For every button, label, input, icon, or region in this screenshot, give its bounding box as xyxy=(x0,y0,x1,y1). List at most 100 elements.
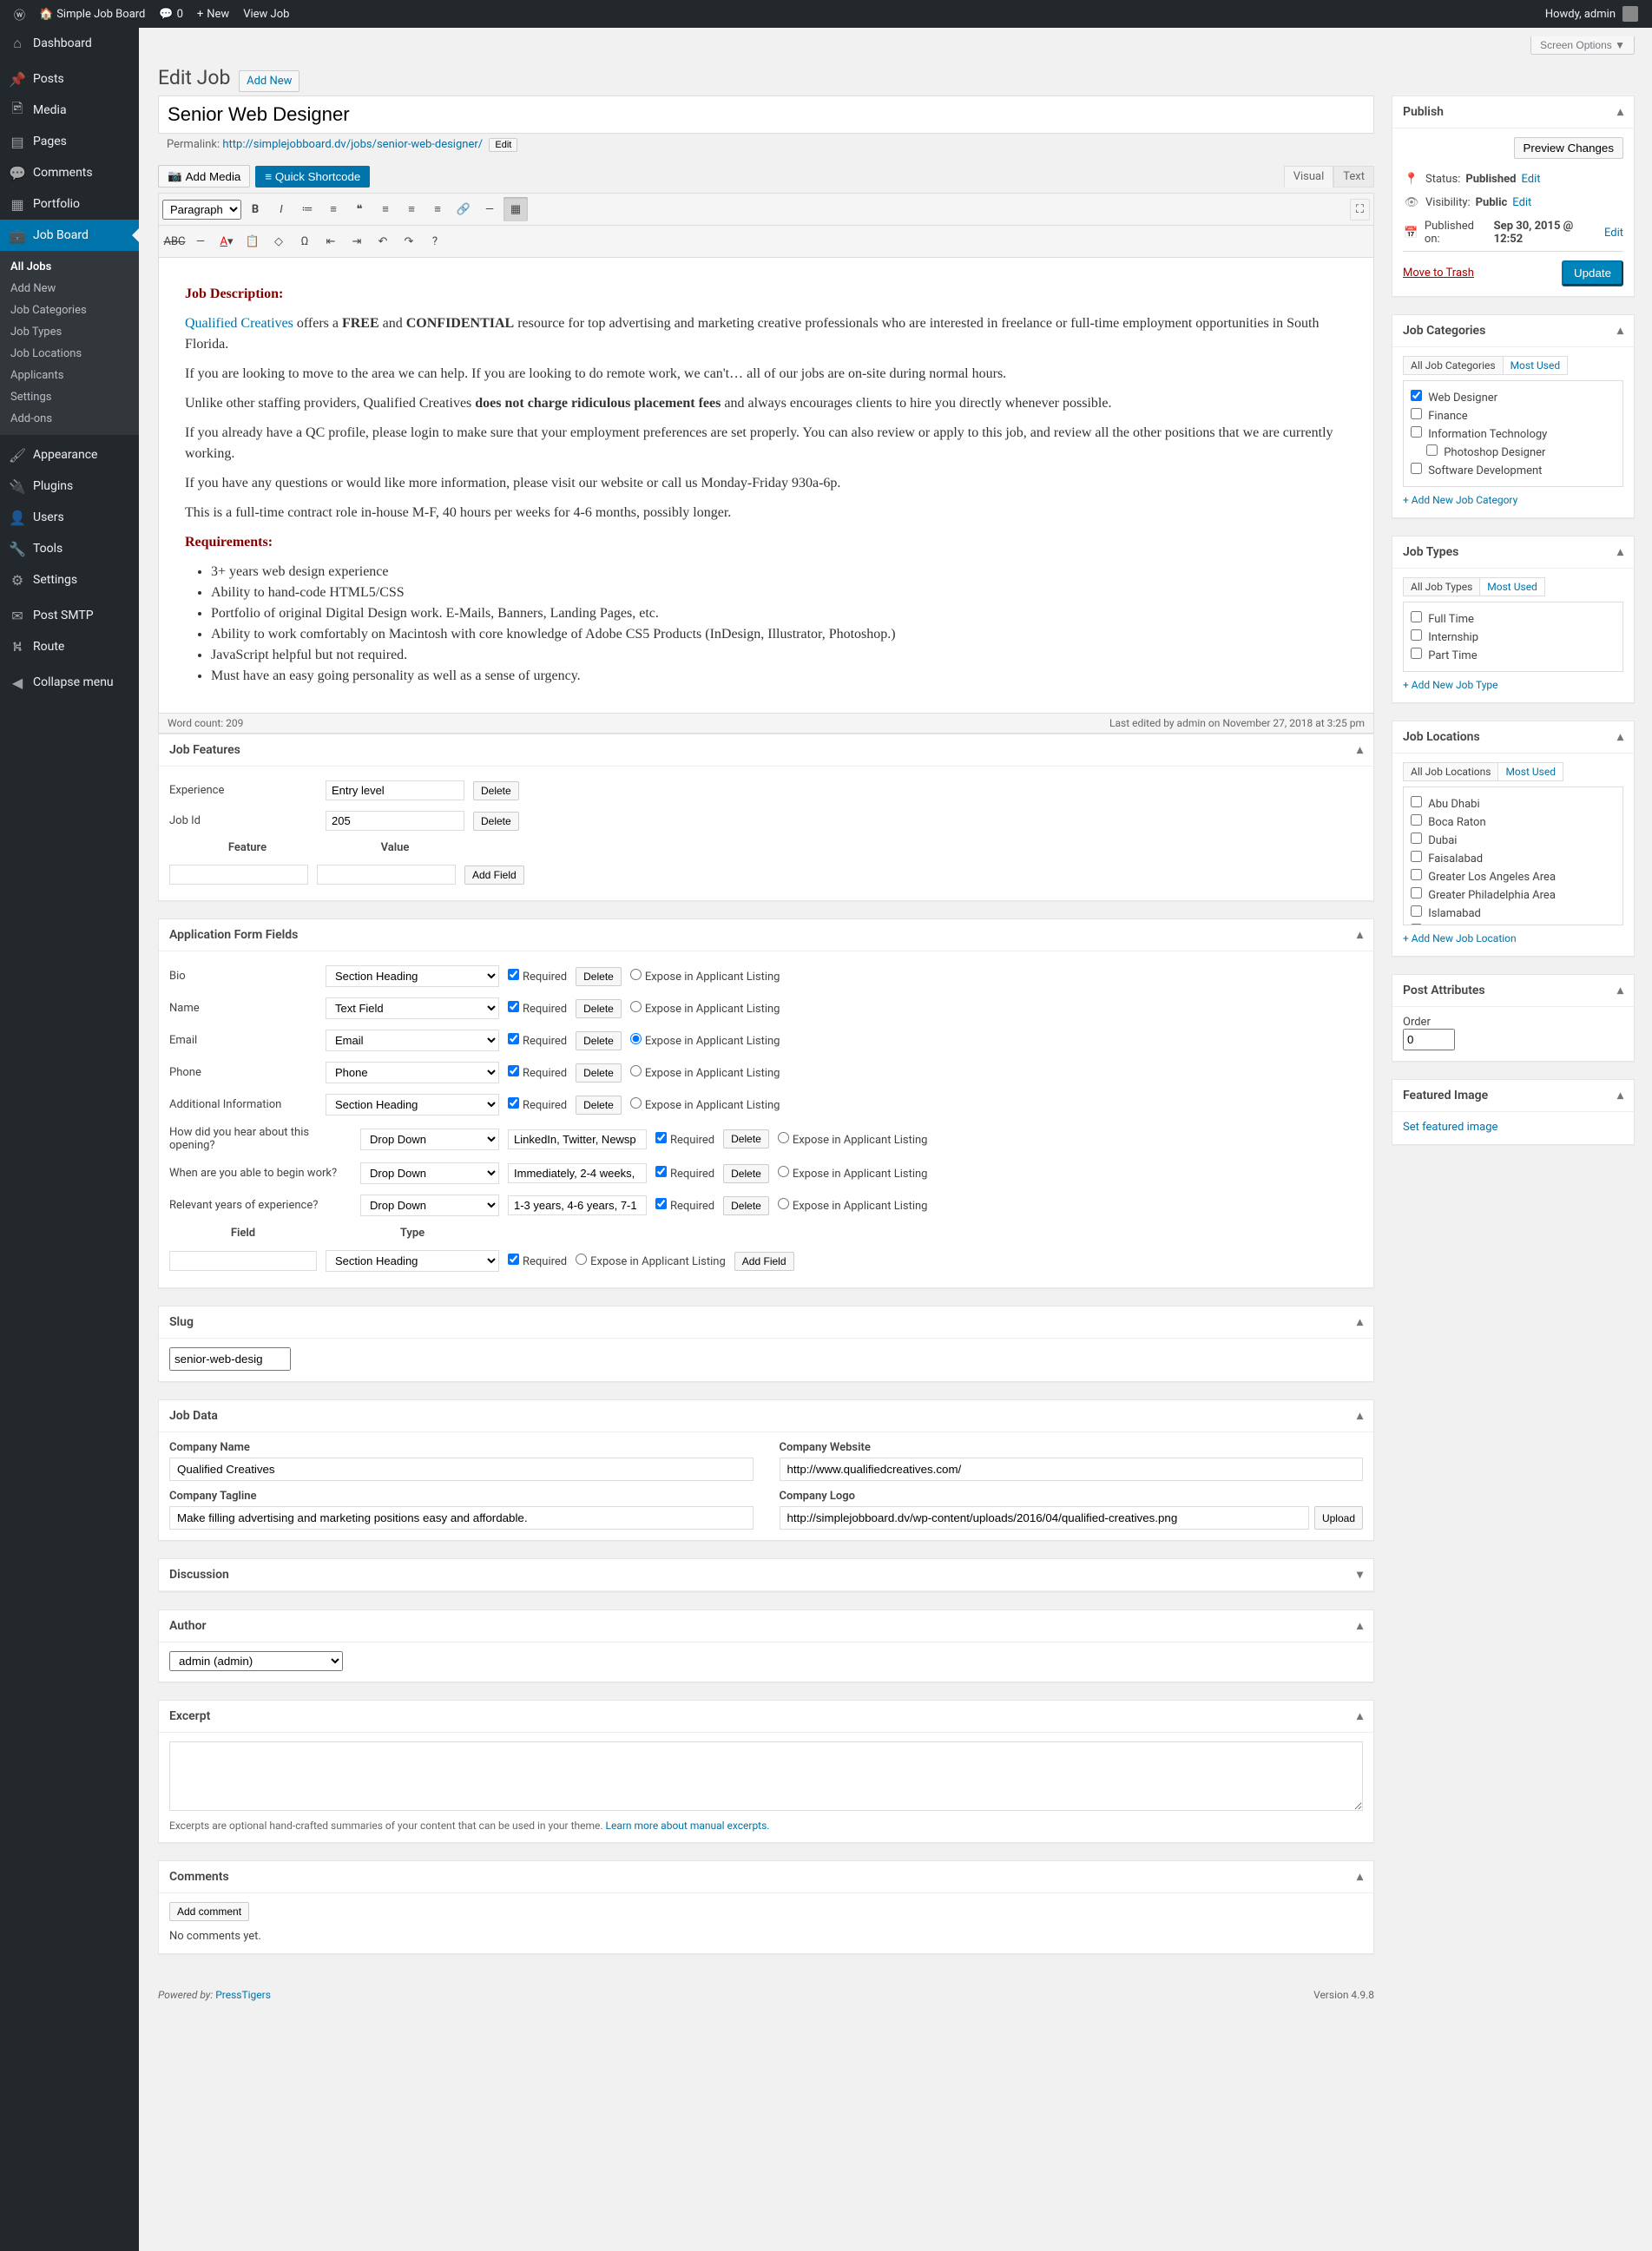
paste-text-button[interactable]: 📋 xyxy=(240,229,265,253)
submenu-settings[interactable]: Settings xyxy=(0,386,139,408)
delete-button[interactable]: Delete xyxy=(576,967,622,986)
company-logo-input[interactable] xyxy=(780,1506,1309,1530)
delete-button[interactable]: Delete xyxy=(576,1096,622,1115)
quote-button[interactable]: ❝ xyxy=(347,197,372,221)
italic-button[interactable]: I xyxy=(269,197,293,221)
upload-button[interactable]: Upload xyxy=(1314,1506,1363,1530)
special-char-button[interactable]: Ω xyxy=(293,229,317,253)
add-comment-button[interactable]: Add comment xyxy=(169,1902,249,1921)
tab-most-used[interactable]: Most Used xyxy=(1479,577,1545,596)
menu-appearance[interactable]: 🖌Appearance xyxy=(0,439,139,471)
toggle-icon[interactable]: ▴ xyxy=(1357,1409,1363,1423)
expose-radio[interactable]: Expose in Applicant Listing xyxy=(576,1254,726,1268)
tab-all-types[interactable]: All Job Types xyxy=(1403,577,1479,596)
permalink-url[interactable]: http://simplejobboard.dv/jobs/senior-web… xyxy=(222,138,483,151)
edit-visibility-link[interactable]: Edit xyxy=(1512,196,1531,209)
excerpt-textarea[interactable] xyxy=(169,1741,1363,1811)
align-center-button[interactable]: ≡ xyxy=(399,197,424,221)
menu-posts[interactable]: 📌Posts xyxy=(0,63,139,95)
toggle-icon[interactable]: ▴ xyxy=(1617,545,1623,559)
submenu-applicants[interactable]: Applicants xyxy=(0,365,139,386)
jobid-input[interactable] xyxy=(326,811,464,831)
clear-formatting-button[interactable]: ◇ xyxy=(267,229,291,253)
author-select[interactable]: admin (admin) xyxy=(169,1651,343,1671)
expose-radio[interactable]: Expose in Applicant Listing xyxy=(630,1097,780,1112)
menu-dashboard[interactable]: ⌂Dashboard xyxy=(0,28,139,59)
location-item[interactable]: Karachi xyxy=(1411,922,1616,925)
menu-pages[interactable]: ▤Pages xyxy=(0,126,139,157)
expose-radio[interactable]: Expose in Applicant Listing xyxy=(630,1065,780,1080)
permalink-edit-button[interactable]: Edit xyxy=(489,138,517,152)
add-category-link[interactable]: + Add New Job Category xyxy=(1403,494,1517,506)
location-item[interactable]: Greater Los Angeles Area xyxy=(1411,867,1616,885)
strikethrough-button[interactable]: ABC xyxy=(162,229,187,253)
toggle-icon[interactable]: ▴ xyxy=(1357,1870,1363,1884)
tab-most-used[interactable]: Most Used xyxy=(1503,356,1569,375)
expose-radio[interactable]: Expose in Applicant Listing xyxy=(778,1166,928,1181)
submenu-addons[interactable]: Add-ons xyxy=(0,408,139,430)
submenu-all-jobs[interactable]: All Jobs xyxy=(0,256,139,278)
location-item[interactable]: Dubai xyxy=(1411,831,1616,849)
update-button[interactable]: Update xyxy=(1562,260,1623,286)
category-item[interactable]: Photoshop Designer xyxy=(1411,443,1616,461)
tab-text[interactable]: Text xyxy=(1333,166,1374,188)
outdent-button[interactable]: ⇤ xyxy=(319,229,343,253)
comments-bubble[interactable]: 💬 0 xyxy=(152,0,190,28)
location-item[interactable]: Faisalabad xyxy=(1411,849,1616,867)
undo-button[interactable]: ↶ xyxy=(371,229,395,253)
q3-options-input[interactable] xyxy=(508,1195,647,1215)
menu-job-board[interactable]: 💼Job Board xyxy=(0,220,139,251)
textcolor-button[interactable]: A▾ xyxy=(214,229,239,253)
bold-button[interactable]: B xyxy=(243,197,267,221)
delete-button[interactable]: Delete xyxy=(723,1129,769,1149)
delete-button[interactable]: Delete xyxy=(576,1031,622,1050)
toggle-icon[interactable]: ▴ xyxy=(1357,928,1363,942)
collapse-menu[interactable]: ◀Collapse menu xyxy=(0,667,139,698)
q2-options-input[interactable] xyxy=(508,1163,647,1183)
toggle-icon[interactable]: ▴ xyxy=(1617,324,1623,338)
toggle-icon[interactable]: ▴ xyxy=(1357,1619,1363,1633)
required-check[interactable]: Required xyxy=(655,1132,714,1147)
q2-type-select[interactable]: Drop Down xyxy=(360,1162,499,1184)
toggle-icon[interactable]: ▴ xyxy=(1357,1315,1363,1329)
add-type-link[interactable]: + Add New Job Type xyxy=(1403,679,1498,691)
bullet-list-button[interactable]: ≔ xyxy=(295,197,319,221)
move-to-trash-link[interactable]: Move to Trash xyxy=(1403,267,1474,280)
link-button[interactable]: 🔗 xyxy=(451,197,476,221)
tab-all-locations[interactable]: All Job Locations xyxy=(1403,762,1497,781)
post-title-input[interactable] xyxy=(158,95,1374,134)
menu-comments[interactable]: 💬Comments xyxy=(0,157,139,188)
new-value-input[interactable] xyxy=(317,865,456,885)
delete-button[interactable]: Delete xyxy=(576,1063,622,1083)
location-item[interactable]: Abu Dhabi xyxy=(1411,794,1616,813)
editor-content[interactable]: Job Description: Qualified Creatives off… xyxy=(158,258,1374,714)
hr-button[interactable]: — xyxy=(188,229,213,253)
add-field-button[interactable]: Add Field xyxy=(464,866,524,885)
menu-plugins[interactable]: 🔌Plugins xyxy=(0,471,139,502)
site-name[interactable]: 🏠 Simple Job Board xyxy=(32,0,152,28)
presstigers-link[interactable]: PressTigers xyxy=(215,1989,271,2001)
category-item[interactable]: Web Designer xyxy=(1411,388,1616,406)
add-media-button[interactable]: 📷 Add Media xyxy=(158,165,250,188)
expose-radio[interactable]: Expose in Applicant Listing xyxy=(630,1033,780,1048)
more-button[interactable]: — xyxy=(477,197,502,221)
toggle-icon[interactable]: ▴ xyxy=(1617,984,1623,997)
field-type-select[interactable]: Section Heading xyxy=(326,1094,499,1116)
company-website-input[interactable] xyxy=(780,1458,1364,1481)
view-job[interactable]: View Job xyxy=(236,0,296,28)
menu-post-smtp[interactable]: ✉Post SMTP xyxy=(0,600,139,631)
required-check[interactable]: Required xyxy=(508,1097,567,1112)
required-check[interactable]: Required xyxy=(508,1065,567,1080)
new-field-name-input[interactable] xyxy=(169,1251,317,1271)
required-check[interactable]: Required xyxy=(508,969,567,984)
required-check[interactable]: Required xyxy=(508,1033,567,1048)
delete-button[interactable]: Delete xyxy=(723,1196,769,1215)
help-button[interactable]: ? xyxy=(423,229,447,253)
experience-input[interactable] xyxy=(326,780,464,800)
slug-input[interactable] xyxy=(169,1347,291,1371)
my-account[interactable]: Howdy, admin xyxy=(1538,0,1645,28)
menu-portfolio[interactable]: ▦Portfolio xyxy=(0,188,139,220)
quick-shortcode-button[interactable]: ≡ Quick Shortcode xyxy=(255,166,370,188)
format-select[interactable]: Paragraph xyxy=(162,200,241,220)
order-input[interactable] xyxy=(1403,1029,1455,1050)
